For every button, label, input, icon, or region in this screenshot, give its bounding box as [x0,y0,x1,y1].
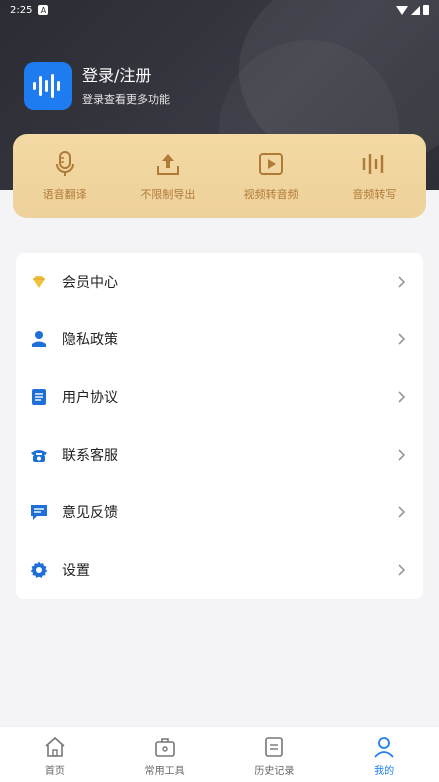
home-icon [45,736,65,757]
login-entry[interactable]: 登录/注册 登录查看更多功能 [24,62,170,110]
menu-item-label: 意见反馈 [62,505,118,522]
app-logo-icon [24,62,72,110]
quick-action-export[interactable]: 不限制导出 [116,150,219,202]
toolbox-icon [154,738,175,757]
menu-item-label: 用户协议 [62,389,118,406]
tab-home[interactable]: 首页 [0,727,110,782]
document-icon [30,388,48,406]
history-icon [265,737,284,757]
menu-item-settings[interactable]: 设置 [16,541,423,599]
audio-bars-icon [363,154,384,174]
tab-history[interactable]: 历史记录 [220,727,330,782]
quick-action-label: 语音翻译 [42,188,87,201]
tab-label: 常用工具 [144,766,185,777]
chevron-right-icon [395,505,409,519]
quick-action-video-to-audio[interactable]: 视频转音频 [220,150,323,202]
quick-action-audio-transcribe[interactable]: 音频转写 [323,150,426,202]
menu-item-feedback[interactable]: 意见反馈 [16,483,423,541]
quick-action-label: 音频转写 [352,188,397,201]
menu-item-customer-service[interactable]: 联系客服 [16,426,423,484]
tab-mine[interactable]: 我的 [329,727,439,782]
battery-icon [423,5,429,15]
menu-item-label: 会员中心 [62,274,118,291]
chevron-right-icon [395,448,409,462]
quick-action-label: 视频转音频 [243,188,299,201]
login-title[interactable]: 登录/注册 [82,65,170,87]
menu-item-vip-center[interactable]: 会员中心 [16,253,423,311]
menu-item-label: 隐私政策 [62,332,118,349]
wifi-icon [396,5,408,15]
phone-icon [30,446,48,464]
status-time: 2:25 [10,4,33,16]
tab-tools[interactable]: 常用工具 [110,727,220,782]
tab-label: 我的 [374,766,395,777]
chevron-right-icon [395,275,409,289]
quick-action-voice-translate[interactable]: 语音翻译 [13,150,116,202]
menu-item-user-agreement[interactable]: 用户协议 [16,368,423,426]
chevron-right-icon [395,563,409,577]
feedback-icon [30,503,48,521]
tab-label: 历史记录 [254,766,295,777]
notification-icon: A [38,5,49,15]
menu-item-privacy-policy[interactable]: 隐私政策 [16,311,423,369]
bottom-tab-bar: 首页 常用工具 历史记录 我的 [0,726,439,782]
gear-icon [30,561,48,579]
video-icon [259,153,284,175]
menu-item-label: 设置 [62,562,90,579]
quick-action-label: 不限制导出 [140,188,196,201]
status-bar: 2:25 A [0,0,439,20]
chevron-right-icon [395,332,409,346]
diamond-icon [30,273,48,291]
export-icon [156,154,179,175]
signal-icon [411,5,420,15]
user-icon [374,737,394,758]
menu-item-label: 联系客服 [62,447,118,464]
chevron-right-icon [395,390,409,404]
login-subtitle: 登录查看更多功能 [82,93,170,106]
microphone-icon [55,151,74,176]
settings-menu: 会员中心 隐私政策 用户协议 联系客服 意见反馈 设置 [16,253,423,599]
tab-label: 首页 [44,766,65,777]
person-icon [30,330,48,348]
quick-actions-panel: 语音翻译 不限制导出 视频转音频 音频转写 [13,134,426,218]
